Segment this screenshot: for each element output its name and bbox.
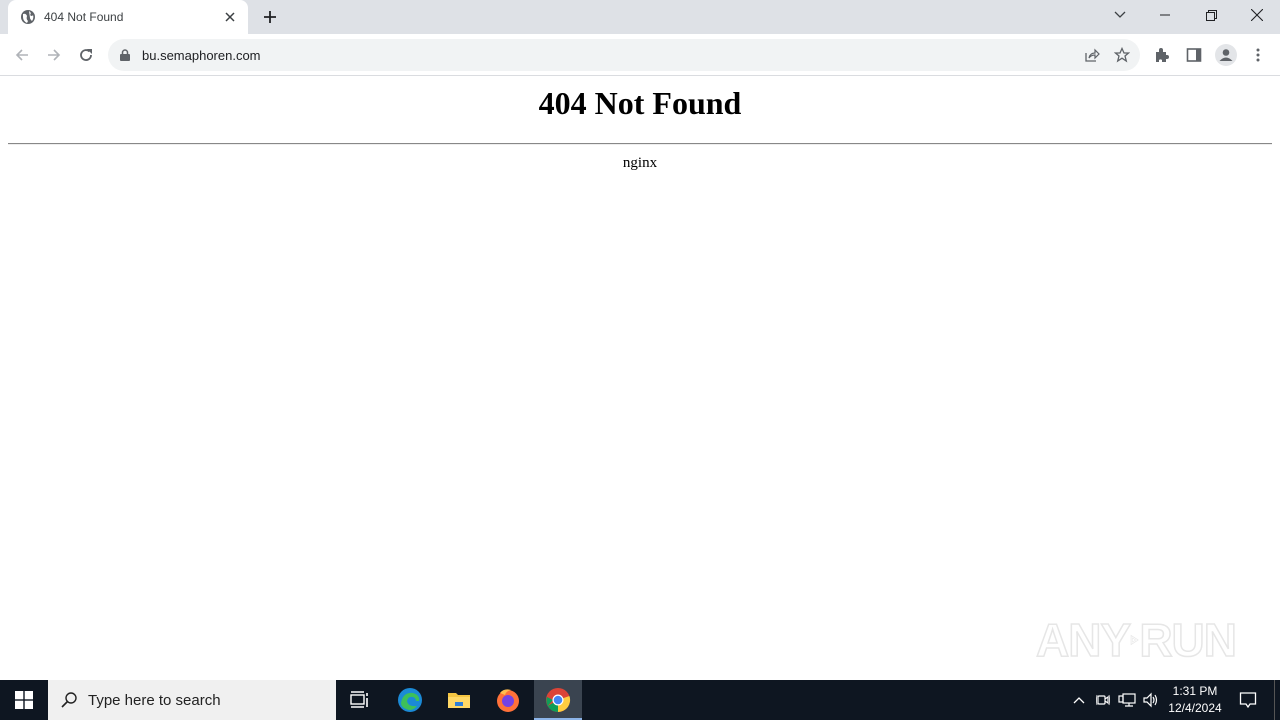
globe-icon [20, 9, 36, 25]
page-heading: 404 Not Found [538, 85, 742, 121]
menu-icon [1256, 48, 1260, 62]
anyrun-watermark: ANY RUN [1035, 608, 1238, 672]
restore-icon [1205, 9, 1217, 21]
address-bar[interactable]: bu.semaphoren.com [108, 39, 1140, 71]
taskbar-search[interactable]: Type here to search [48, 680, 336, 720]
back-icon [15, 49, 28, 61]
edge-app[interactable] [386, 680, 434, 720]
chevron-up-icon [1073, 697, 1085, 704]
close-icon [1251, 9, 1263, 21]
show-hidden-icons-button[interactable] [1068, 680, 1090, 720]
new-tab-button[interactable] [258, 5, 282, 29]
restore-button[interactable] [1188, 0, 1234, 30]
lock-icon[interactable] [120, 48, 132, 62]
share-icon[interactable] [1082, 46, 1102, 64]
notification-icon [1239, 692, 1257, 709]
edge-icon [398, 688, 422, 712]
chrome-icon [546, 688, 571, 713]
menu-button[interactable] [1244, 41, 1272, 69]
side-panel-button[interactable] [1180, 41, 1208, 69]
server-name: nginx [622, 155, 658, 171]
reload-icon [80, 49, 92, 61]
network-icon [1118, 693, 1136, 707]
clock-time: 1:31 PM [1172, 684, 1218, 698]
url-text[interactable]: bu.semaphoren.com [142, 48, 261, 63]
forward-button[interactable] [40, 41, 68, 69]
chevron-down-icon [1114, 11, 1126, 18]
profile-icon [1215, 44, 1237, 66]
notifications-button[interactable] [1232, 680, 1264, 720]
tab-strip: 404 Not Found [0, 0, 1280, 34]
toolbar: bu.semaphoren.com [0, 34, 1280, 76]
play-logo-icon [1130, 634, 1139, 646]
show-desktop-button[interactable] [1274, 680, 1280, 720]
extensions-button[interactable] [1148, 41, 1176, 69]
tab-title: 404 Not Found [44, 10, 124, 24]
clock-date: 12/4/2024 [1168, 701, 1222, 715]
chrome-app[interactable] [534, 680, 582, 720]
minimize-icon [1160, 14, 1170, 16]
network-button[interactable] [1116, 680, 1138, 720]
file-explorer-app[interactable] [435, 680, 483, 720]
task-view-button[interactable] [336, 680, 384, 720]
meet-now-button[interactable] [1092, 680, 1114, 720]
firefox-icon [497, 689, 519, 712]
extensions-icon [1156, 48, 1169, 62]
taskbar: Type here to search 1:31 PM 12/4/2024 [0, 680, 1280, 720]
search-placeholder[interactable]: Type here to search [88, 692, 221, 709]
clock[interactable]: 1:31 PM 12/4/2024 [1164, 683, 1226, 717]
tab-search-button[interactable] [1104, 0, 1136, 30]
start-button[interactable] [0, 680, 48, 720]
search-icon [61, 692, 77, 708]
camera-icon [1096, 694, 1110, 706]
volume-icon [1143, 692, 1158, 708]
folder-icon [448, 693, 470, 708]
volume-button[interactable] [1140, 680, 1162, 720]
page-content: 404 Not Found nginx [0, 77, 1280, 680]
reload-button[interactable] [72, 41, 100, 69]
forward-icon [48, 49, 61, 61]
windows-icon [15, 691, 33, 709]
profile-button[interactable] [1212, 41, 1240, 69]
side-panel-icon [1186, 48, 1202, 62]
watermark-text-left: ANY [1035, 613, 1132, 667]
divider [8, 143, 1272, 145]
firefox-app[interactable] [484, 680, 532, 720]
tab-close-icon[interactable] [222, 9, 238, 25]
tab-active[interactable]: 404 Not Found [8, 0, 248, 34]
task-view-icon [350, 691, 368, 708]
minimize-button[interactable] [1142, 0, 1188, 30]
bookmark-star-icon[interactable] [1112, 46, 1132, 64]
browser-window: 404 Not Found bu.semaphoren.com 404 Not … [0, 0, 1280, 680]
plus-icon [264, 11, 276, 23]
watermark-text-right: RUN [1139, 613, 1238, 667]
back-button[interactable] [8, 41, 36, 69]
close-window-button[interactable] [1234, 0, 1280, 30]
